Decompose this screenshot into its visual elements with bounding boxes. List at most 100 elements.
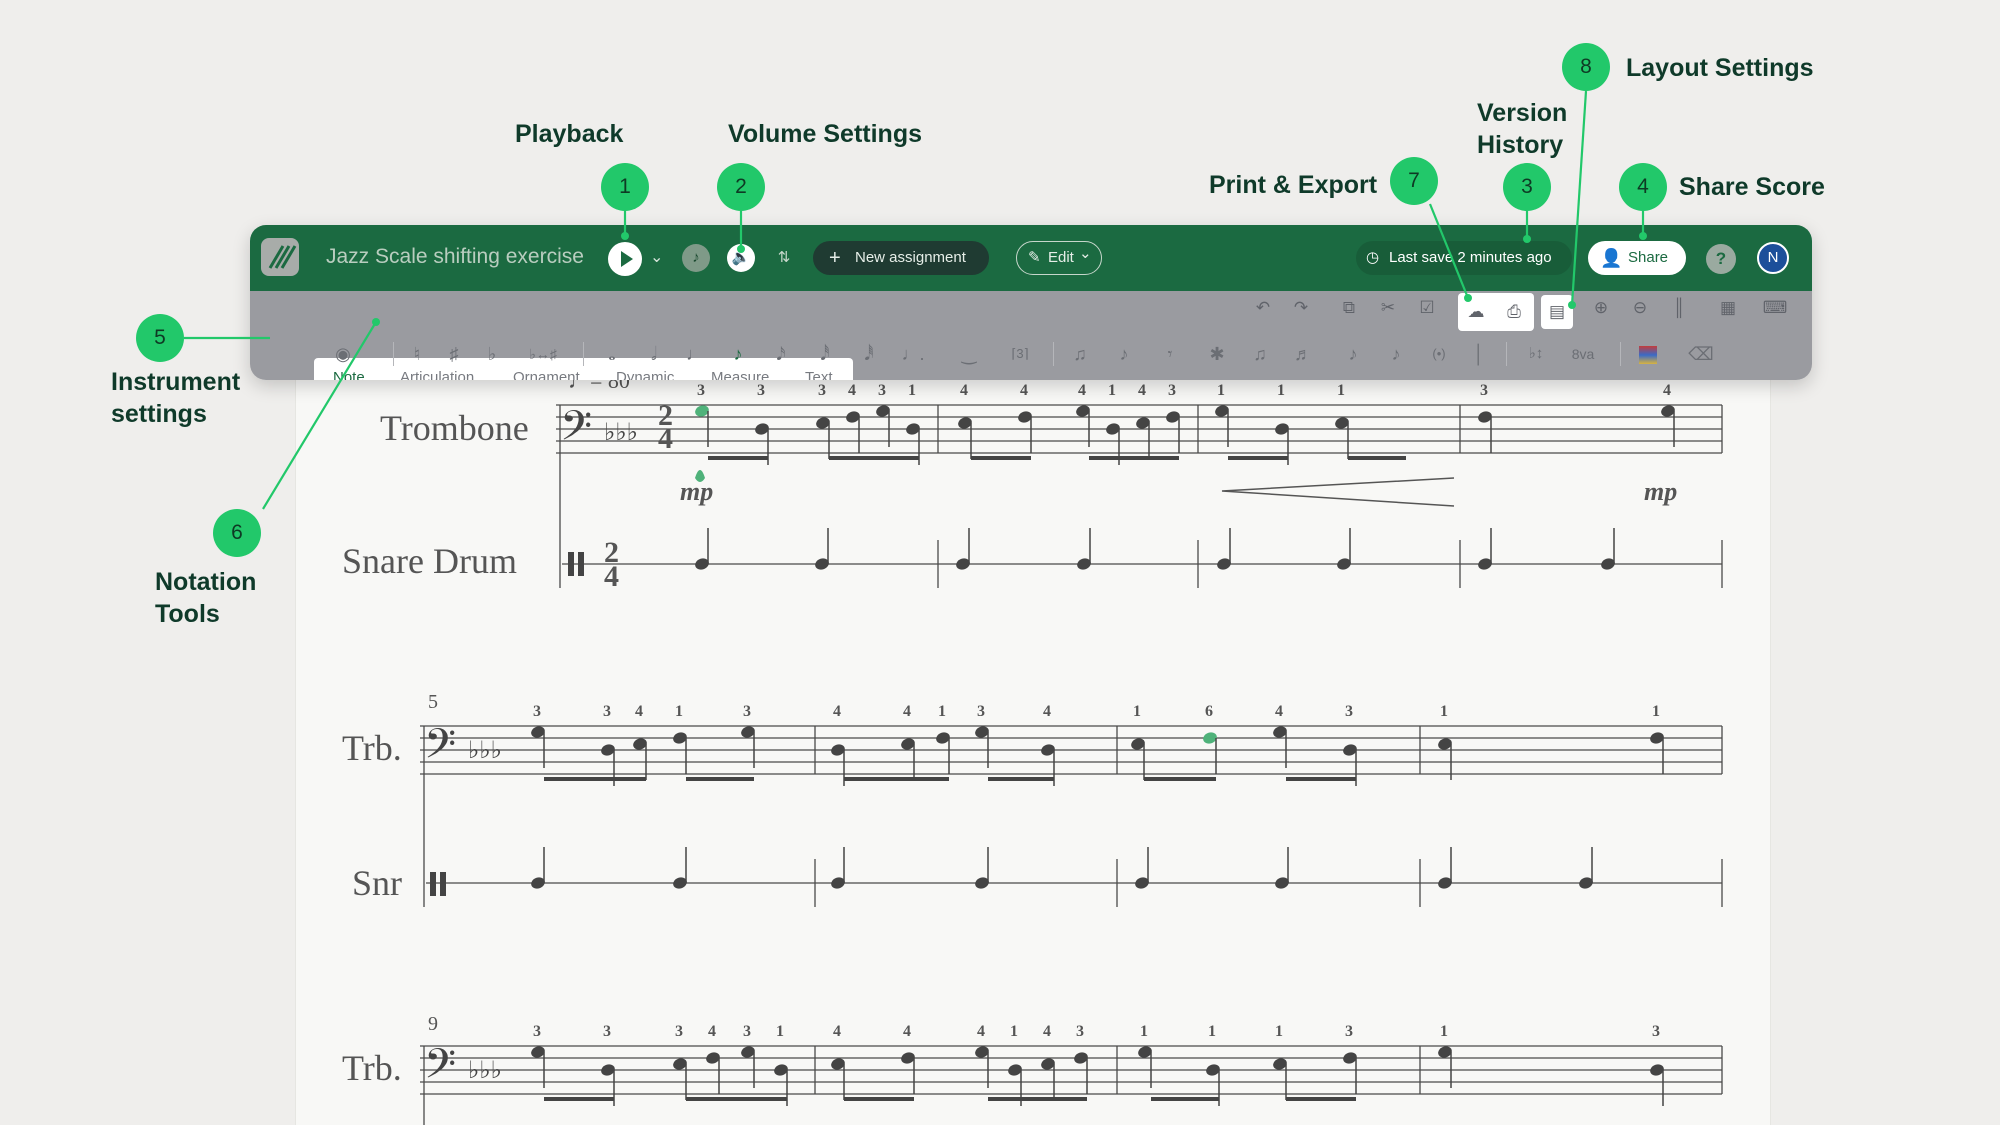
chevron-down-icon: ⌄ xyxy=(1079,245,1092,262)
piano-roll-icon[interactable]: ▦ xyxy=(1715,295,1741,321)
instrument-abbrev-trb-1: Trb. xyxy=(342,728,402,768)
logo-icon[interactable] xyxy=(261,238,299,276)
beam xyxy=(988,777,1054,781)
bass-clef-1: 𝄢 xyxy=(560,403,592,459)
tab-note[interactable]: Note xyxy=(333,369,365,380)
quarter-note-button[interactable]: ♩ xyxy=(680,340,710,368)
callout-1-badge: 1 xyxy=(601,163,649,211)
fingering-number: 4 xyxy=(1275,703,1283,720)
tab-ornament[interactable]: Ornament xyxy=(513,369,580,380)
help-icon[interactable]: ? xyxy=(1706,244,1736,274)
add-user-icon: 👤 xyxy=(1600,248,1623,268)
beam xyxy=(988,1097,1087,1101)
fingering-number: 4 xyxy=(903,703,911,720)
tie-button[interactable]: ‿ xyxy=(954,340,984,368)
eighth-note-button[interactable]: ♪ xyxy=(723,340,753,368)
dot-button[interactable]: ♩. xyxy=(898,340,928,368)
beam-button[interactable]: ♫ xyxy=(1065,340,1095,368)
sharp-button[interactable]: ♯ xyxy=(439,340,469,368)
thirty-second-note-button[interactable]: 𝅘𝅥𝅰 xyxy=(810,340,840,368)
fingering-number: 3 xyxy=(818,382,826,399)
tab-measure[interactable]: Measure xyxy=(711,369,769,380)
edit-button[interactable]: ✎ Edit ⌄ xyxy=(1016,241,1102,275)
cross-staff-button[interactable]: ✱ xyxy=(1202,340,1232,368)
playback-options-chevron[interactable]: ⌄ xyxy=(650,247,663,267)
sixty-fourth-note-button[interactable]: 𝅘𝅥𝅱 xyxy=(854,340,884,368)
separator xyxy=(1620,342,1621,366)
leader-dot xyxy=(1639,232,1647,240)
zoom-in-icon[interactable]: ⊕ xyxy=(1588,295,1614,321)
instrument-name-snare: Snare Drum xyxy=(342,541,517,581)
tab-articulation[interactable]: Articulation xyxy=(400,369,474,380)
layout-icon: ▤ xyxy=(1548,302,1566,321)
metronome-icon[interactable]: ♪ xyxy=(682,244,710,272)
redo-icon[interactable]: ↷ xyxy=(1288,295,1314,321)
bass-clef-2: 𝄢 xyxy=(424,721,456,777)
parenthesis-button[interactable]: (•) xyxy=(1424,340,1454,368)
tuplet-button[interactable]: ⌈3⌉ xyxy=(1000,340,1040,368)
beam xyxy=(544,777,646,781)
voice-selector[interactable]: ◉ xyxy=(328,340,358,368)
bass-clef-3: 𝄢 xyxy=(424,1041,456,1097)
mixer-icon[interactable]: ⇅ xyxy=(770,244,798,272)
beam xyxy=(1151,1097,1219,1101)
share-button[interactable]: 👤 Share xyxy=(1588,241,1686,275)
main-toolbar: Jazz Scale shifting exercise ⌄ ♪ 🔈 ⇅ + N… xyxy=(250,225,1812,380)
octave-button[interactable]: 8va xyxy=(1563,340,1603,368)
transpose-button[interactable]: ♭↕ xyxy=(1516,340,1556,368)
undo-icon[interactable]: ↶ xyxy=(1250,295,1276,321)
half-note-button[interactable]: 𝅗𝅥 xyxy=(639,340,669,368)
share-label: Share xyxy=(1628,249,1669,266)
double-note-button[interactable]: ♫ xyxy=(1245,340,1275,368)
fingering-number: 4 xyxy=(1663,382,1671,399)
header-bar: Jazz Scale shifting exercise ⌄ ♪ 🔈 ⇅ + N… xyxy=(250,225,1812,291)
beam xyxy=(544,1097,614,1101)
new-assignment-button[interactable]: + New assignment xyxy=(813,241,989,275)
separator xyxy=(1506,342,1507,366)
grace-before-button[interactable]: ♪ xyxy=(1338,340,1368,368)
grace-note-button[interactable]: ♪ xyxy=(1109,340,1139,368)
fingering-number: 3 xyxy=(675,1023,683,1040)
tab-text[interactable]: Text xyxy=(805,369,833,380)
grace-after-button[interactable]: ♪ xyxy=(1381,340,1411,368)
stem-button[interactable]: │ xyxy=(1464,340,1494,368)
enharmonic-button[interactable]: ♭↔♯ xyxy=(520,340,566,368)
layout-settings-button[interactable]: ▤ xyxy=(1541,295,1573,329)
score-title[interactable]: Jazz Scale shifting exercise xyxy=(326,245,584,269)
barlines-icon[interactable]: ║ xyxy=(1666,295,1692,321)
tab-dynamic[interactable]: Dynamic xyxy=(616,369,674,380)
beam xyxy=(844,1097,914,1101)
pencil-icon: ✎ xyxy=(1028,249,1041,266)
fingering-number: 3 xyxy=(533,703,541,720)
scissors-icon[interactable]: ✂ xyxy=(1375,295,1401,321)
play-button[interactable] xyxy=(608,242,642,276)
whole-note-button[interactable]: 𝅝 xyxy=(597,340,627,368)
callout-playback-label: Playback xyxy=(515,120,624,148)
natural-button[interactable]: ♮ xyxy=(402,340,432,368)
key-flats-1: ♭♭♭ xyxy=(604,420,638,446)
fingering-number: 3 xyxy=(1168,382,1176,399)
instrument-name-trombone: Trombone xyxy=(380,408,529,448)
beam xyxy=(1286,1097,1356,1101)
fingering-number: 1 xyxy=(1208,1023,1216,1040)
measure-number-5: 5 xyxy=(428,691,438,713)
paste-icon[interactable]: ☑ xyxy=(1414,295,1440,321)
fingering-number: 1 xyxy=(675,703,683,720)
version-history-button[interactable]: ◷ Last save 2 minutes ago xyxy=(1356,241,1572,275)
score-page[interactable]: 3 3 3 4 3 1 4 4 4 1 4 3 1 1 1 3 4 3 3 4 1 3 4 4 1 3 4 1 6 4 3 1 1 3 3 3 4 3 1 4… xyxy=(296,370,1770,1125)
delete-icon[interactable]: ⌫ xyxy=(1686,340,1716,368)
keyboard-icon[interactable]: ⌨ xyxy=(1762,295,1788,321)
beam xyxy=(686,777,754,781)
beam xyxy=(829,456,919,460)
copy-icon[interactable]: ⧉ xyxy=(1336,295,1362,321)
zoom-out-icon[interactable]: ⊖ xyxy=(1627,295,1653,321)
beam xyxy=(1144,777,1216,781)
flat-button[interactable]: ♭ xyxy=(477,340,507,368)
rest-button[interactable]: 𝄾 xyxy=(1155,340,1185,368)
triplet-note-button[interactable]: ♬ xyxy=(1288,340,1318,368)
fingering-number: 4 xyxy=(635,703,643,720)
avatar[interactable]: N xyxy=(1757,242,1789,274)
sixteenth-note-button[interactable]: 𝅘𝅥𝅯 xyxy=(766,340,796,368)
palette-icon[interactable] xyxy=(1633,340,1663,368)
leader-dot xyxy=(372,318,380,326)
